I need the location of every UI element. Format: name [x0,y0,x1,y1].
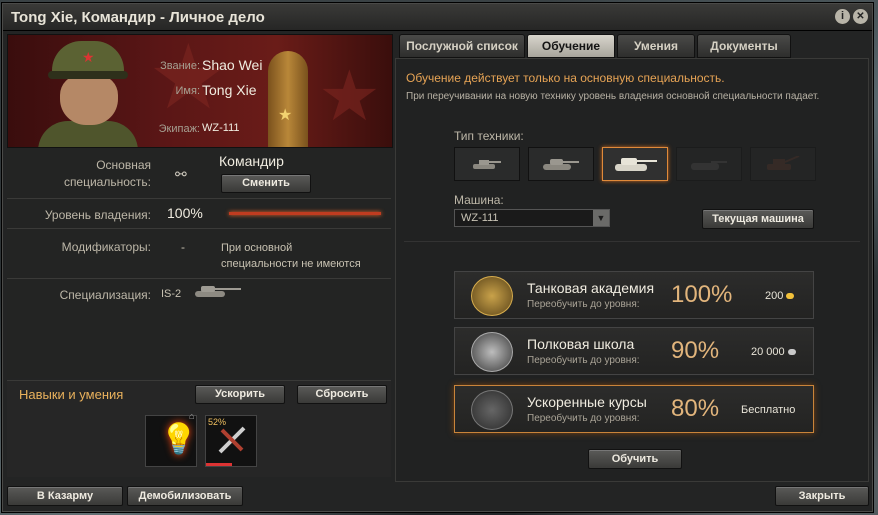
tab-skills[interactable]: Умения [617,34,695,58]
binoculars-icon: ⚯ [175,166,187,182]
course-percent: 90% [671,337,720,364]
course-tank-academy[interactable]: Танковая академия Переобучить до уровня:… [454,271,814,319]
tank-destroyer-icon [691,161,727,170]
vehicle-type-label: Тип техники: [454,129,524,143]
proficiency-bar [229,212,381,215]
skills-title: Навыки и умения [19,387,124,402]
vehicle-type-spg[interactable] [750,147,816,181]
specialization-label: Специализация: [59,288,151,302]
training-notice: Обучение действует только на основную сп… [406,71,725,85]
skills-panel: Навыки и умения Ускорить Сбросить 💡 ⌂ 52… [7,380,391,477]
vehicle-select-value: WZ-111 [461,212,499,224]
training-panel: Обучение действует только на основную сп… [395,58,869,482]
course-title: Ускоренные курсы [527,394,647,410]
barracks-button[interactable]: В Казарму [7,486,123,506]
name-label: Имя: [175,85,200,97]
chevron-down-icon[interactable]: ▼ [593,210,609,226]
close-button[interactable]: Закрыть [775,486,869,506]
heavy-tank-icon [615,158,657,171]
current-vehicle-button[interactable]: Текущая машина [702,209,814,229]
course-subtitle: Переобучить до уровня: [527,299,640,310]
heavy-tank-icon [195,286,241,297]
lightbulb-icon: 💡 [160,423,198,456]
portrait-panel: ★ ★ ★ ★ Звание: Shao Wei Имя: Tong Xie Э… [7,34,393,148]
rank-value: Shao Wei [202,57,263,73]
modifiers-note: При основной специальности не имеются [221,242,361,270]
course-subtitle: Переобучить до уровня: [527,355,640,366]
course-accelerated[interactable]: Ускоренные курсы Переобучить до уровня: … [454,385,814,433]
tab-documents[interactable]: Документы [697,34,791,58]
personal-file-window: Tong Xie, Командир - Личное дело i ✕ ★ ★… [2,3,873,512]
light-tank-icon [473,160,501,169]
crew-label: Экипаж: [158,123,200,135]
commander-portrait: ★ [38,41,138,147]
course-title: Полковая школа [527,336,635,352]
credits-icon [787,349,796,356]
course-percent: 100% [671,281,733,308]
left-column: ★ ★ ★ ★ Звание: Shao Wei Имя: Tong Xie Э… [7,34,393,480]
gold-icon [786,293,795,300]
info-icon[interactable]: i [835,9,850,24]
specialization-value: IS-2 [161,288,182,300]
info-panel: Основная специальность: ⚯ Командир Смени… [7,150,391,378]
course-price: 200 [765,290,795,302]
vehicle-type-medium[interactable] [528,147,594,181]
skill-slot-repair[interactable]: 52% [205,415,257,467]
vehicle-type-heavy[interactable] [602,147,668,181]
tab-training[interactable]: Обучение [527,34,615,58]
demobilize-button[interactable]: Демобилизовать [127,486,243,506]
proficiency-value: 100% [167,205,203,221]
modifiers-label: Модификаторы: [61,240,151,254]
accelerated-course-icon [471,390,513,430]
spg-icon [767,156,800,170]
vehicle-type-light[interactable] [454,147,520,181]
window-title: Tong Xie, Командир - Личное дело [11,9,265,26]
rank-epaulette [268,51,308,147]
course-title: Танковая академия [527,280,655,296]
accelerate-button[interactable]: Ускорить [195,385,285,404]
modifiers-value: - [181,240,185,254]
lock-icon: ⌂ [189,411,195,421]
rank-label: Звание: [160,60,200,72]
train-button[interactable]: Обучить [588,449,682,469]
course-price: Бесплатно [741,404,796,416]
medium-tank-icon [543,159,579,170]
specialty-value: Командир [219,153,284,169]
reset-skills-button[interactable]: Сбросить [297,385,387,404]
skill-progress-bar [206,463,232,466]
academy-emblem-icon [471,276,513,316]
name-value: Tong Xie [202,82,257,98]
close-icon[interactable]: ✕ [853,9,868,24]
vehicle-type-td[interactable] [676,147,742,181]
vehicle-select[interactable]: WZ-111 ▼ [454,209,610,227]
star-emblem-icon: ★ [318,57,381,135]
skill-slot-sixth-sense[interactable]: 💡 [145,415,197,467]
course-percent: 80% [671,395,720,422]
vehicle-label: Машина: [454,193,504,207]
rank-star-icon: ★ [278,107,293,124]
tab-service-record[interactable]: Послужной список [399,34,525,58]
cap-star-icon: ★ [82,49,95,65]
course-price: 20 000 [751,346,796,358]
school-emblem-icon [471,332,513,372]
training-subnotice: При переучивании на новую технику уровен… [406,91,820,102]
proficiency-label: Уровень владения: [44,208,151,222]
course-subtitle: Переобучить до уровня: [527,413,640,424]
course-regimental-school[interactable]: Полковая школа Переобучить до уровня: 90… [454,327,814,375]
change-specialty-button[interactable]: Сменить [221,174,311,193]
specialty-label: Основная специальность: [63,158,151,189]
title-bar[interactable]: Tong Xie, Командир - Личное дело i ✕ [3,4,872,31]
crew-value: WZ-111 [202,122,240,134]
repair-tools-icon [218,426,246,454]
